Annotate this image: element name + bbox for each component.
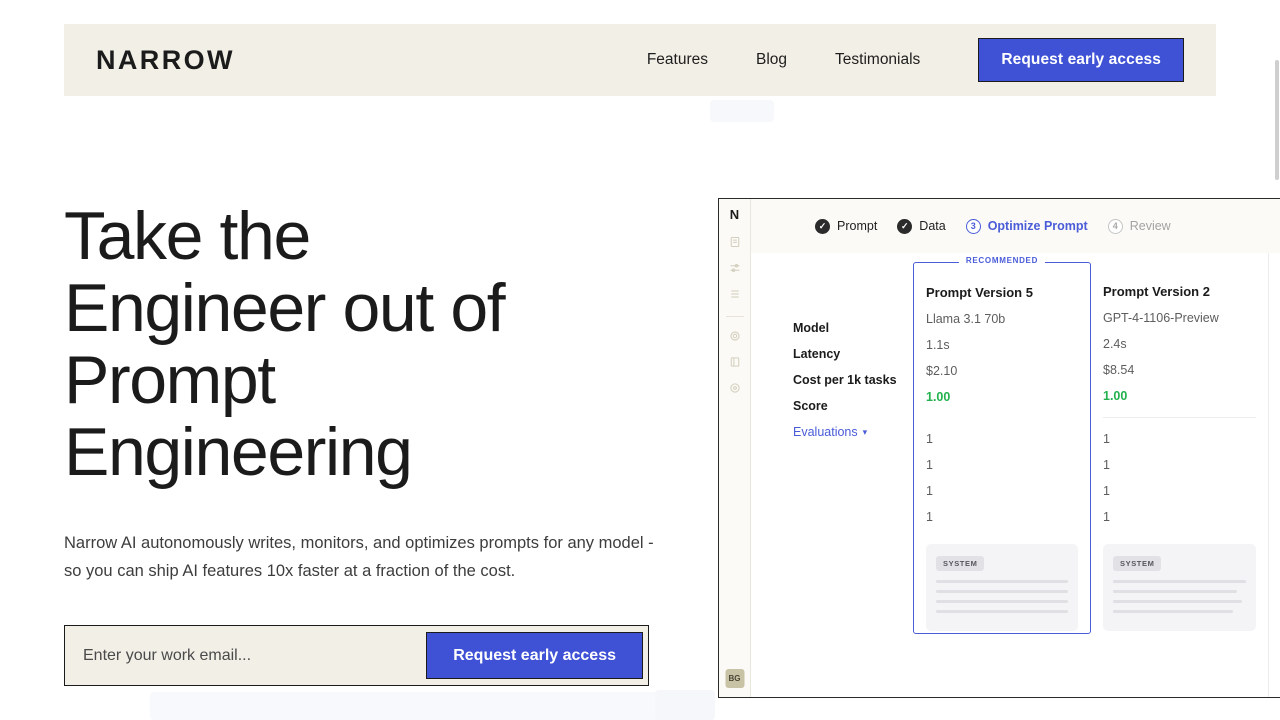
nav-link-blog[interactable]: Blog xyxy=(732,52,811,68)
header-request-early-access-button[interactable]: Request early access xyxy=(978,38,1184,83)
placeholder-line xyxy=(936,610,1068,613)
settings-gear-icon[interactable] xyxy=(728,329,742,343)
label-score: Score xyxy=(793,393,913,419)
placeholder-line xyxy=(1113,600,1242,603)
chevron-down-icon: ▾ xyxy=(863,419,868,445)
value-score: 1.00 xyxy=(1103,383,1256,409)
step-review-label: Review xyxy=(1130,219,1171,233)
page-scrollbar[interactable] xyxy=(1275,60,1279,180)
app-logo-mark: N xyxy=(730,208,739,221)
system-prompt-preview[interactable]: SYSTEM xyxy=(926,544,1078,631)
nav-link-features[interactable]: Features xyxy=(623,52,732,68)
placeholder-line xyxy=(1113,590,1237,593)
label-cost-per-1k-tasks: Cost per 1k tasks xyxy=(793,367,913,393)
submit-request-early-access-button[interactable]: Request early access xyxy=(426,632,643,679)
system-tag: SYSTEM xyxy=(936,556,984,571)
prompt-version-title: Prompt Version 5 xyxy=(926,280,1078,306)
system-prompt-preview[interactable]: SYSTEM xyxy=(1103,544,1256,631)
prompt-version-card[interactable]: Prompt Version 1 GPT-4 2.31s $6.11 0.72 … xyxy=(1269,253,1280,697)
value-score: 1.00 xyxy=(926,384,1078,410)
placeholder-line xyxy=(936,590,1068,593)
recommended-badge: RECOMMENDED xyxy=(959,254,1045,267)
background-decoration xyxy=(710,100,774,122)
placeholder-line xyxy=(936,600,1068,603)
placeholder-line xyxy=(1113,580,1246,583)
value-cost: $2.10 xyxy=(926,358,1078,384)
logo[interactable]: NARROW xyxy=(96,24,235,96)
book-icon[interactable] xyxy=(728,355,742,369)
step-optimize-prompt-label: Optimize Prompt xyxy=(988,219,1088,233)
step-prompt-label: Prompt xyxy=(837,219,877,233)
value-latency: 1.1s xyxy=(926,332,1078,358)
evaluations-label: Evaluations xyxy=(793,419,858,445)
nav-link-testimonials[interactable]: Testimonials xyxy=(811,52,944,68)
eval-value: 1 xyxy=(926,452,1078,478)
eval-value: 1 xyxy=(926,504,1078,530)
page-title: Take the Engineer out of Prompt Engineer… xyxy=(64,200,664,488)
evaluations-toggle[interactable]: Evaluations ▾ xyxy=(793,419,913,445)
site-header: NARROW Features Blog Testimonials Reques… xyxy=(64,24,1216,96)
label-model: Model xyxy=(793,315,913,341)
prompt-version-title: Prompt Version 2 xyxy=(1103,279,1256,305)
app-main-area: ✓ Prompt ✓ Data 3 Optimize Prompt 4 Revi… xyxy=(751,199,1280,697)
value-cost: $8.54 xyxy=(1103,357,1256,383)
value-latency: 2.4s xyxy=(1103,331,1256,357)
system-tag: SYSTEM xyxy=(1113,556,1161,571)
prompt-version-card[interactable]: RECOMMENDED Prompt Version 5 Llama 3.1 7… xyxy=(913,262,1091,634)
step-number-badge: 3 xyxy=(966,219,981,234)
value-model: Llama 3.1 70b xyxy=(926,306,1078,332)
step-data-label: Data xyxy=(919,219,945,233)
hero-section: Take the Engineer out of Prompt Engineer… xyxy=(64,200,664,585)
wizard-stepper: ✓ Prompt ✓ Data 3 Optimize Prompt 4 Revi… xyxy=(751,199,1280,253)
product-screenshot: N xyxy=(718,198,1280,698)
sidebar-divider xyxy=(726,316,744,317)
eval-value: 1 xyxy=(1103,426,1256,452)
eval-value: 1 xyxy=(1103,504,1256,530)
step-prompt[interactable]: ✓ Prompt xyxy=(807,215,885,238)
eval-value: 1 xyxy=(926,426,1078,452)
check-icon: ✓ xyxy=(897,219,912,234)
landing-page: NARROW Features Blog Testimonials Reques… xyxy=(0,0,1280,720)
step-optimize-prompt[interactable]: 3 Optimize Prompt xyxy=(958,215,1096,238)
eval-value: 1 xyxy=(1103,452,1256,478)
eval-value: 1 xyxy=(1103,478,1256,504)
sliders-icon[interactable] xyxy=(728,261,742,275)
value-model: GPT-4-1106-Preview xyxy=(1103,305,1256,331)
step-number-badge: 4 xyxy=(1108,219,1123,234)
work-email-input[interactable] xyxy=(65,626,426,685)
step-data[interactable]: ✓ Data xyxy=(889,215,953,238)
help-circle-icon[interactable] xyxy=(728,381,742,395)
evaluation-values: 1 1 1 1 xyxy=(1103,417,1256,530)
placeholder-line xyxy=(936,580,1068,583)
metric-labels-column: Model Latency Cost per 1k tasks Score Ev… xyxy=(793,253,913,697)
logo-text: NARROW xyxy=(96,47,235,74)
eval-value: 1 xyxy=(926,478,1078,504)
placeholder-line xyxy=(1113,610,1233,613)
list-icon[interactable] xyxy=(728,287,742,301)
evaluation-values: 1 1 1 1 xyxy=(926,418,1078,530)
main-navigation: Features Blog Testimonials Request early… xyxy=(623,38,1184,83)
step-review[interactable]: 4 Review xyxy=(1100,215,1179,238)
prompt-comparison-table: Model Latency Cost per 1k tasks Score Ev… xyxy=(751,253,1280,697)
label-latency: Latency xyxy=(793,341,913,367)
avatar[interactable]: BG xyxy=(725,669,744,688)
early-access-form: Request early access xyxy=(64,625,649,686)
hero-subheading: Narrow AI autonomously writes, monitors,… xyxy=(64,530,654,585)
background-decoration xyxy=(150,692,710,720)
check-icon: ✓ xyxy=(815,219,830,234)
document-icon[interactable] xyxy=(728,235,742,249)
background-decoration xyxy=(655,690,715,720)
app-sidebar: N xyxy=(719,199,751,697)
prompt-version-card[interactable]: Prompt Version 2 GPT-4-1106-Preview 2.4s… xyxy=(1091,253,1269,697)
